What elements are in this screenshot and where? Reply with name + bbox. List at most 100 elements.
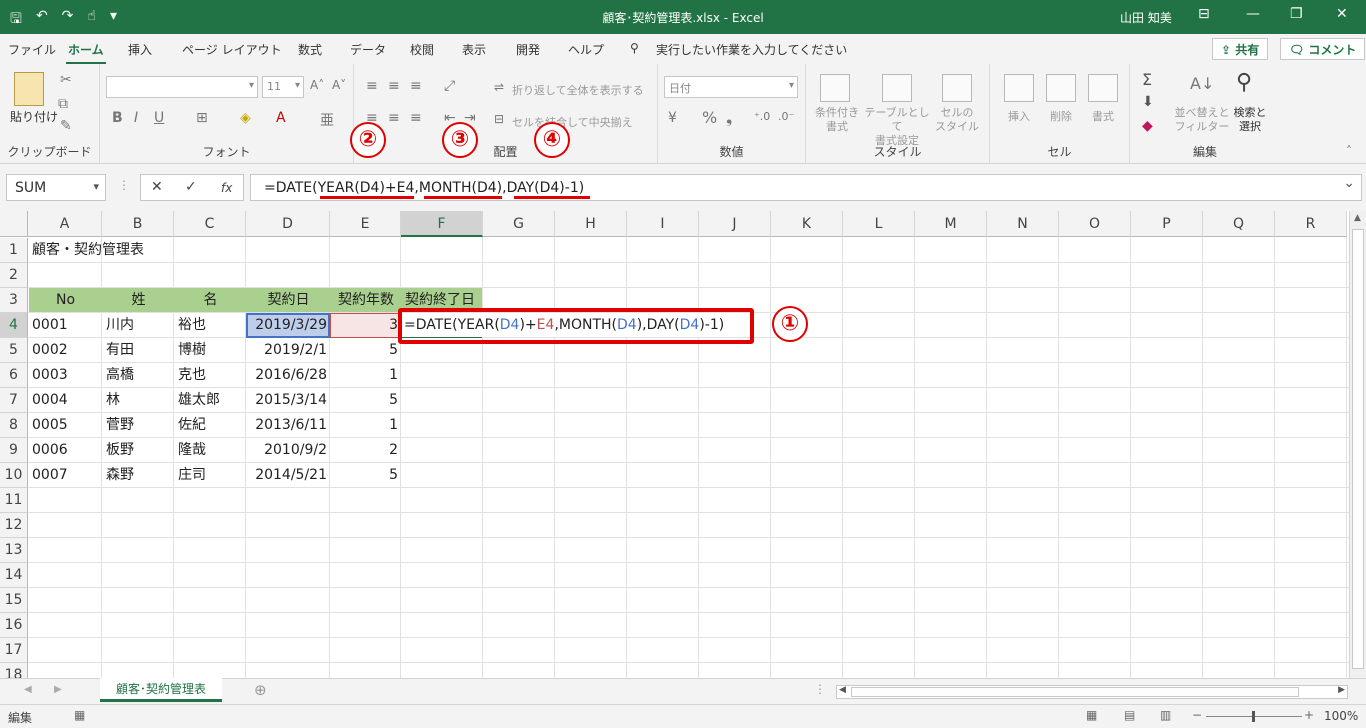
column-header-b[interactable]: B xyxy=(102,211,174,237)
cancel-icon[interactable]: ✕ xyxy=(151,179,163,195)
table-cell[interactable]: 克也 xyxy=(175,363,246,387)
orientation-icon[interactable]: ⤢ xyxy=(444,78,455,94)
column-header-c[interactable]: C xyxy=(174,211,246,237)
align-center-icon[interactable]: ≡ xyxy=(388,110,400,126)
column-header-n[interactable]: N xyxy=(987,211,1059,237)
column-header-e[interactable]: E xyxy=(330,211,401,237)
column-header-k[interactable]: K xyxy=(771,211,843,237)
table-cell[interactable]: 5 xyxy=(331,338,401,362)
align-top-icon[interactable]: ≡ xyxy=(366,78,378,94)
row-header-14[interactable]: 14 xyxy=(0,563,28,588)
column-header-p[interactable]: P xyxy=(1131,211,1203,237)
comma-icon[interactable]: ❟ xyxy=(726,108,732,128)
row-header-9[interactable]: 9 xyxy=(0,438,28,463)
table-header-cell[interactable]: No xyxy=(29,288,102,312)
cell-styles-icon[interactable] xyxy=(942,74,972,102)
name-box[interactable]: SUM xyxy=(6,174,106,201)
table-cell[interactable]: 0003 xyxy=(29,363,102,387)
italic-icon[interactable]: I xyxy=(134,110,138,126)
row-header-18[interactable]: 18 xyxy=(0,663,28,678)
macro-record-icon[interactable]: ▦ xyxy=(74,708,85,722)
table-cell[interactable]: 有田 xyxy=(103,338,174,362)
title-cell[interactable]: 顧客・契約管理表 xyxy=(29,238,147,262)
wrap-text-icon[interactable]: ⇌ xyxy=(494,80,504,94)
paste-button[interactable]: 貼り付け xyxy=(10,108,58,125)
collapse-ribbon-icon[interactable]: ˄ xyxy=(1346,144,1352,158)
table-cell[interactable]: 2014/5/21 xyxy=(247,463,330,487)
column-header-f[interactable]: F xyxy=(401,211,483,237)
sheet-tab-active[interactable]: 顧客･契約管理表 xyxy=(100,678,222,702)
fill-icon[interactable]: ⬇ xyxy=(1142,94,1154,110)
column-header-l[interactable]: L xyxy=(843,211,915,237)
horizontal-scrollbar[interactable]: ◀ ▶ xyxy=(836,685,1348,699)
table-cell[interactable]: 2016/6/28 xyxy=(247,363,330,387)
prev-sheet-icon[interactable]: ◀ xyxy=(24,684,32,695)
enter-icon[interactable]: ✓ xyxy=(185,179,197,195)
table-cell[interactable]: 0002 xyxy=(29,338,102,362)
table-cell[interactable]: 雄太郎 xyxy=(175,388,246,412)
ribbon-display-icon[interactable]: ⊟ xyxy=(1198,6,1210,22)
align-bottom-icon[interactable]: ≡ xyxy=(410,78,422,94)
bold-icon[interactable]: B xyxy=(112,110,123,126)
scroll-up-icon[interactable]: ▲ xyxy=(1354,213,1361,223)
insert-button[interactable]: 挿入 xyxy=(1008,108,1030,124)
delete-button[interactable]: 削除 xyxy=(1050,108,1072,124)
normal-view-icon[interactable]: ▦ xyxy=(1086,708,1097,722)
number-format-dropdown[interactable]: 日付 xyxy=(664,76,798,98)
scroll-right-icon[interactable]: ▶ xyxy=(1338,685,1345,695)
table-header-cell[interactable]: 名 xyxy=(175,288,246,312)
add-sheet-icon[interactable]: ⊕ xyxy=(254,681,267,699)
tab-formulas[interactable]: 数式 xyxy=(298,41,322,58)
vertical-scrollbar[interactable]: ▲ xyxy=(1349,211,1366,678)
format-button[interactable]: 書式 xyxy=(1092,108,1114,124)
row-header-10[interactable]: 10 xyxy=(0,463,28,488)
wrap-text-button[interactable]: 折り返して全体を表示する xyxy=(512,82,644,98)
decrease-decimal-icon[interactable]: .0⁻ xyxy=(778,110,794,123)
format-as-table-button[interactable]: テーブルとして 書式設定 xyxy=(862,106,932,148)
row-header-16[interactable]: 16 xyxy=(0,613,28,638)
align-middle-icon[interactable]: ≡ xyxy=(388,78,400,94)
column-header-d[interactable]: D xyxy=(246,211,330,237)
table-cell[interactable]: 5 xyxy=(331,463,401,487)
table-cell[interactable]: 裕也 xyxy=(175,313,246,337)
table-cell[interactable]: 0005 xyxy=(29,413,102,437)
column-header-g[interactable]: G xyxy=(483,211,555,237)
restore-icon[interactable]: ❐ xyxy=(1290,6,1303,22)
comment-button[interactable]: 🗨 コメント xyxy=(1280,38,1366,60)
table-cell[interactable]: 0001 xyxy=(29,313,102,337)
phonetic-icon[interactable]: 亜 xyxy=(320,110,334,130)
vertical-scroll-thumb[interactable] xyxy=(1352,229,1364,669)
format-painter-icon[interactable]: ✎ xyxy=(60,118,72,134)
table-cell[interactable]: 隆哉 xyxy=(175,438,246,462)
page-layout-view-icon[interactable]: ▤ xyxy=(1124,708,1135,722)
row-header-8[interactable]: 8 xyxy=(0,413,28,438)
table-header-cell[interactable]: 姓 xyxy=(103,288,174,312)
currency-icon[interactable]: ¥ xyxy=(668,110,677,126)
tab-file[interactable]: ファイル xyxy=(8,41,56,58)
row-header-11[interactable]: 11 xyxy=(0,488,28,513)
table-header-cell[interactable]: 契約日 xyxy=(247,288,330,312)
table-cell[interactable]: 0007 xyxy=(29,463,102,487)
percent-icon[interactable]: % xyxy=(702,108,717,127)
font-color-icon[interactable]: A xyxy=(276,110,286,126)
row-header-3[interactable]: 3 xyxy=(0,288,28,313)
tab-help[interactable]: ヘルプ xyxy=(568,41,604,58)
merge-center-button[interactable]: セルを結合して中央揃え xyxy=(512,114,633,130)
conditional-format-icon[interactable] xyxy=(820,74,850,102)
table-cell[interactable]: 0004 xyxy=(29,388,102,412)
table-cell[interactable]: 庄司 xyxy=(175,463,246,487)
find-icon[interactable]: ⚲ xyxy=(1236,70,1252,95)
cell-styles-button[interactable]: セルの スタイル xyxy=(932,106,982,134)
row-header-17[interactable]: 17 xyxy=(0,638,28,663)
tab-insert[interactable]: 挿入 xyxy=(128,41,152,58)
zoom-level[interactable]: 100% xyxy=(1324,709,1358,723)
clear-icon[interactable]: ◆ xyxy=(1142,118,1153,134)
table-cell[interactable]: 森野 xyxy=(103,463,174,487)
shrink-font-icon[interactable]: A˅ xyxy=(332,78,346,92)
fill-color-icon[interactable]: ◈ xyxy=(240,110,251,126)
zoom-in-icon[interactable]: + xyxy=(1304,708,1314,722)
find-select-button[interactable]: 検索と 選択 xyxy=(1230,106,1270,134)
format-table-icon[interactable] xyxy=(882,74,912,102)
column-header-j[interactable]: J xyxy=(699,211,771,237)
tab-data[interactable]: データ xyxy=(350,41,386,58)
